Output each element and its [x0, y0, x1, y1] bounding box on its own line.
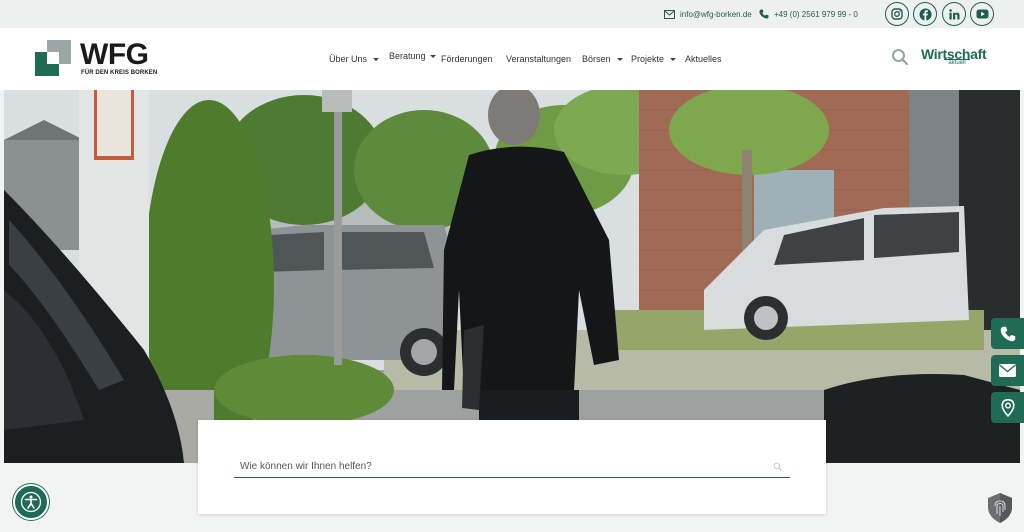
header-search-button[interactable] — [891, 48, 909, 66]
nav-label: Über Uns — [329, 54, 368, 64]
logo-title: WFG — [80, 38, 149, 71]
nav-label: Börsen — [582, 54, 611, 64]
search-input[interactable] — [234, 456, 790, 478]
phone-link[interactable]: +49 (0) 2561 979 99 - 0 — [759, 0, 858, 28]
nav-item-foerderungen[interactable]: Förderungen — [441, 28, 493, 90]
wfg-logo[interactable]: WFG FÜR DEN KREIS BORKEN — [35, 38, 160, 80]
youtube-icon — [976, 9, 988, 19]
phone-icon — [759, 9, 769, 19]
envelope-icon — [664, 9, 675, 19]
phone-icon — [1000, 326, 1015, 341]
nav-label: Aktuelles — [685, 54, 722, 64]
wa-sub-label: aktuell — [944, 59, 970, 66]
search-card — [198, 420, 826, 514]
chevron-down-icon — [373, 57, 380, 61]
accessibility-icon — [20, 491, 42, 513]
nav-item-projekte[interactable]: Projekte — [631, 28, 677, 90]
side-mail-button[interactable] — [991, 355, 1024, 386]
nav-item-boersen[interactable]: Börsen — [582, 28, 623, 90]
side-location-button[interactable] — [991, 392, 1024, 423]
wirtschaft-aktuell-logo[interactable]: Wirtschaft aktuell — [921, 47, 993, 69]
side-phone-button[interactable] — [991, 318, 1024, 349]
search-icon[interactable] — [773, 462, 782, 471]
phone-text: +49 (0) 2561 979 99 - 0 — [774, 9, 858, 19]
location-icon — [1000, 398, 1015, 417]
nav-label: Beratung — [389, 51, 426, 61]
chevron-down-icon — [616, 57, 623, 61]
nav-item-beratung[interactable]: Beratung — [389, 28, 436, 84]
linkedin-link[interactable] — [942, 2, 966, 26]
youtube-link[interactable] — [970, 2, 994, 26]
search-icon — [892, 49, 909, 66]
instagram-link[interactable] — [885, 2, 909, 26]
nav-item-veranstaltungen[interactable]: Veranstaltungen — [506, 28, 571, 90]
facebook-icon — [919, 8, 931, 20]
top-bar: info@wfg-borken.de +49 (0) 2561 979 99 -… — [0, 0, 1024, 28]
logo-subtitle: FÜR DEN KREIS BORKEN — [81, 70, 158, 76]
nav-item-aktuelles[interactable]: Aktuelles — [685, 28, 722, 90]
mail-icon — [999, 364, 1016, 377]
email-text: info@wfg-borken.de — [680, 9, 752, 19]
email-link[interactable]: info@wfg-borken.de — [664, 0, 752, 28]
nav-item-ueber-uns[interactable]: Über Uns — [329, 28, 380, 90]
instagram-icon — [891, 8, 903, 20]
accessibility-button[interactable] — [13, 484, 49, 520]
logo-mark-icon — [35, 40, 71, 76]
linkedin-icon — [948, 8, 959, 19]
privacy-shield-badge[interactable] — [986, 492, 1014, 524]
chevron-down-icon — [670, 57, 677, 61]
nav-label: Veranstaltungen — [506, 54, 572, 64]
chevron-down-icon — [429, 54, 436, 58]
hero-photo-illustration — [4, 90, 1020, 463]
nav-label: Förderungen — [441, 54, 493, 64]
facebook-link[interactable] — [913, 2, 937, 26]
fingerprint-shield-icon — [988, 493, 1012, 523]
nav-label: Projekte — [631, 54, 665, 64]
hero-image — [4, 90, 1020, 463]
